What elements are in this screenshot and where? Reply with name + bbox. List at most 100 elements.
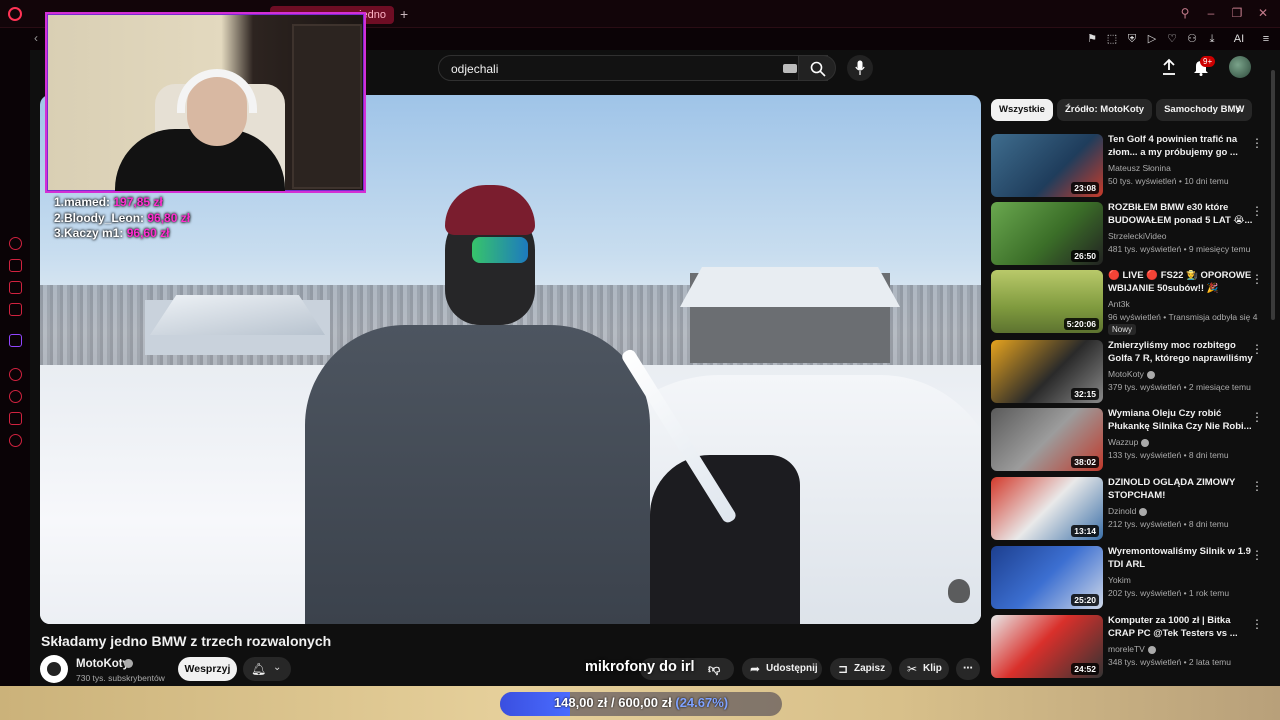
recommendation-title[interactable]: DZINOLD OGLĄDA ZIMOWY STOPCHAM!	[1108, 477, 1254, 502]
window-controls: ⚲ – ❐ ✕	[1178, 6, 1270, 20]
upload-icon[interactable]	[1161, 58, 1177, 76]
more-options-icon[interactable]: ⋮	[1251, 204, 1263, 218]
recommendation-channel[interactable]: StrzeleckiVideo	[1108, 231, 1166, 241]
twitch-icon[interactable]	[9, 334, 22, 347]
donation-goal-bar: 148,00 zł / 600,00 zł (24.67%)	[500, 692, 782, 716]
recommendation-title[interactable]: ROZBIŁEM BMW e30 które BUDOWAŁEM ponad 5…	[1108, 202, 1254, 227]
recommendation-meta: 202 tys. wyświetleń • 1 rok temu	[1108, 588, 1230, 598]
recommendation-title[interactable]: Wymiana Oleju Czy robić Płukankę Silnika…	[1108, 408, 1254, 433]
minimize-icon[interactable]: –	[1204, 6, 1218, 20]
recommendation-channel[interactable]: moreleTV	[1108, 644, 1156, 654]
donor-rank: 2.	[54, 210, 65, 225]
recommendation-channel-name: moreleTV	[1108, 644, 1145, 654]
history-icon[interactable]	[9, 390, 22, 403]
recommendation-title[interactable]: 🔴 LIVE 🔴 FS22 👨‍🌾 OPOROWE WBIJANIE 50sub…	[1108, 270, 1254, 295]
extensions-toolbar: ⚑ ⬚ ⛨ ▷ ♡ ⚇ ⤓ AI ≡	[1086, 31, 1272, 47]
video-thumbnail[interactable]: 38:02	[991, 408, 1103, 471]
page-scrollbar[interactable]	[1271, 70, 1275, 320]
more-options-icon[interactable]: ⋮	[1251, 136, 1263, 150]
ai-button[interactable]: AI	[1226, 31, 1252, 47]
video-thumbnail[interactable]: 23:08	[991, 134, 1103, 197]
extensions-icon[interactable]	[9, 412, 22, 425]
video-title: Składamy jedno BMW z trzech rozwalonych	[41, 633, 332, 649]
clip-button[interactable]: ✂ Klip	[899, 658, 949, 680]
more-actions-button[interactable]: ⋯	[956, 658, 980, 680]
snapshot-icon[interactable]: ⬚	[1106, 31, 1118, 47]
recommendation-item[interactable]: 23:08 Ten Golf 4 powinien trafić na złom.…	[991, 134, 1266, 198]
new-tab-button[interactable]: +	[400, 7, 412, 21]
recommendation-title[interactable]: Wyremontowaliśmy Silnik w 1.9 TDI ARL	[1108, 546, 1254, 571]
video-thumbnail[interactable]: 13:14	[991, 477, 1103, 540]
recommendation-item[interactable]: 32:15 Zmierzyliśmy moc rozbitego Golfa 7 …	[991, 340, 1266, 404]
channel-avatar[interactable]	[40, 655, 68, 683]
recommendation-meta: 96 wyświetleń • Transmisja odbyła się 4 …	[1108, 312, 1258, 322]
more-options-icon[interactable]: ⋮	[1251, 479, 1263, 493]
player-icon[interactable]	[9, 368, 22, 381]
subscription-bell-button[interactable]: 🔔︎ ⌄	[243, 657, 291, 681]
recommendation-channel[interactable]: Wazzup	[1108, 437, 1150, 447]
recommendation-item[interactable]: 24:52 Komputer za 1000 zł | Bitka CRAP PC…	[991, 615, 1266, 679]
user-avatar[interactable]	[1229, 56, 1251, 78]
shield-icon[interactable]: ⛨	[1126, 31, 1138, 47]
recommendation-channel[interactable]: Mateusz Słonina	[1108, 163, 1171, 173]
recommendation-item[interactable]: 25:20 Wyremontowaliśmy Silnik w 1.9 TDI A…	[991, 546, 1266, 610]
recommendation-title[interactable]: Zmierzyliśmy moc rozbitego Golfa 7 R, kt…	[1108, 340, 1254, 365]
recommendation-title[interactable]: Komputer za 1000 zł | Bitka CRAP PC @Tek…	[1108, 615, 1254, 640]
video-scene-goggles	[472, 237, 528, 263]
chevron-right-icon[interactable]: ›	[1236, 101, 1241, 117]
dislike-icon[interactable]: 👎︎	[708, 658, 720, 680]
download-icon[interactable]: ⤓	[1206, 31, 1218, 47]
video-duration: 23:08	[1071, 182, 1099, 194]
close-window-icon[interactable]: ✕	[1256, 6, 1270, 20]
menu-icon[interactable]: ≡	[1260, 31, 1272, 47]
filter-chips: Wszystkie Źródło: MotoKoty Samochody BMW	[991, 99, 1253, 123]
back-icon[interactable]: ‹	[34, 31, 38, 45]
opera-logo-icon[interactable]	[8, 7, 22, 21]
play-icon[interactable]: ▷	[1146, 31, 1158, 47]
search-input[interactable]: odjechali ✕	[438, 55, 828, 81]
more-options-icon[interactable]: ⋮	[1251, 617, 1263, 631]
video-scene-beanie	[445, 185, 535, 235]
chat-icon[interactable]	[9, 281, 22, 294]
keyboard-icon[interactable]	[783, 64, 797, 73]
donor-name: Kaczy m1:	[64, 226, 124, 240]
video-thumbnail[interactable]: 24:52	[991, 615, 1103, 678]
support-button[interactable]: Wesprzyj	[178, 657, 237, 681]
more-options-icon[interactable]: ⋮	[1251, 342, 1263, 356]
maximize-icon[interactable]: ❐	[1230, 6, 1244, 20]
channel-watermark-icon[interactable]	[948, 579, 970, 603]
recommendation-item[interactable]: 5:20:06 🔴 LIVE 🔴 FS22 👨‍🌾 OPOROWE WBIJANI…	[991, 270, 1266, 335]
speed-dial-icon[interactable]	[9, 237, 22, 250]
recommendation-item[interactable]: 26:50 ROZBIŁEM BMW e30 które BUDOWAŁEM po…	[991, 202, 1266, 266]
more-options-icon[interactable]: ⋮	[1251, 410, 1263, 424]
video-scene-person	[305, 325, 650, 624]
video-thumbnail[interactable]: 32:15	[991, 340, 1103, 403]
recommendation-channel[interactable]: MotoKoty	[1108, 369, 1155, 379]
bag-icon[interactable]	[9, 259, 22, 272]
share-button[interactable]: ➦ Udostępnij	[742, 658, 822, 680]
recommendation-channel[interactable]: Dzinold	[1108, 506, 1148, 516]
save-button[interactable]: ⊐ Zapisz	[830, 658, 892, 680]
recommendation-title[interactable]: Ten Golf 4 powinien trafić na złom... a …	[1108, 134, 1254, 159]
video-thumbnail[interactable]: 26:50	[991, 202, 1103, 265]
video-thumbnail[interactable]: 5:20:06	[991, 270, 1103, 333]
chip-source[interactable]: Źródło: MotoKoty	[1056, 99, 1153, 121]
recommendation-item[interactable]: 13:14 DZINOLD OGLĄDA ZIMOWY STOPCHAM! Dzin…	[991, 477, 1266, 541]
recommendation-item[interactable]: 38:02 Wymiana Oleju Czy robić Płukankę Si…	[991, 408, 1266, 472]
voice-search-button[interactable]	[847, 55, 873, 81]
search-tabs-icon[interactable]: ⚲	[1178, 6, 1192, 20]
recommendation-channel[interactable]: Yokim	[1108, 575, 1131, 585]
more-options-icon[interactable]: ⋮	[1251, 272, 1263, 286]
more-options-icon[interactable]: ⋮	[1251, 548, 1263, 562]
heart-icon[interactable]: ♡	[1166, 31, 1178, 47]
settings-icon[interactable]	[9, 434, 22, 447]
recommendation-channel[interactable]: Ant3k	[1108, 299, 1130, 309]
channel-name[interactable]: MotoKoty	[76, 658, 129, 670]
messenger-icon[interactable]	[9, 303, 22, 316]
bookmark-icon[interactable]: ⚑	[1086, 31, 1098, 47]
chip-all[interactable]: Wszystkie	[991, 99, 1053, 121]
profile-icon[interactable]: ⚇	[1186, 31, 1198, 47]
video-thumbnail[interactable]: 25:20	[991, 546, 1103, 609]
search-button[interactable]	[798, 55, 836, 81]
goal-current: 148,00 zł	[553, 695, 608, 710]
